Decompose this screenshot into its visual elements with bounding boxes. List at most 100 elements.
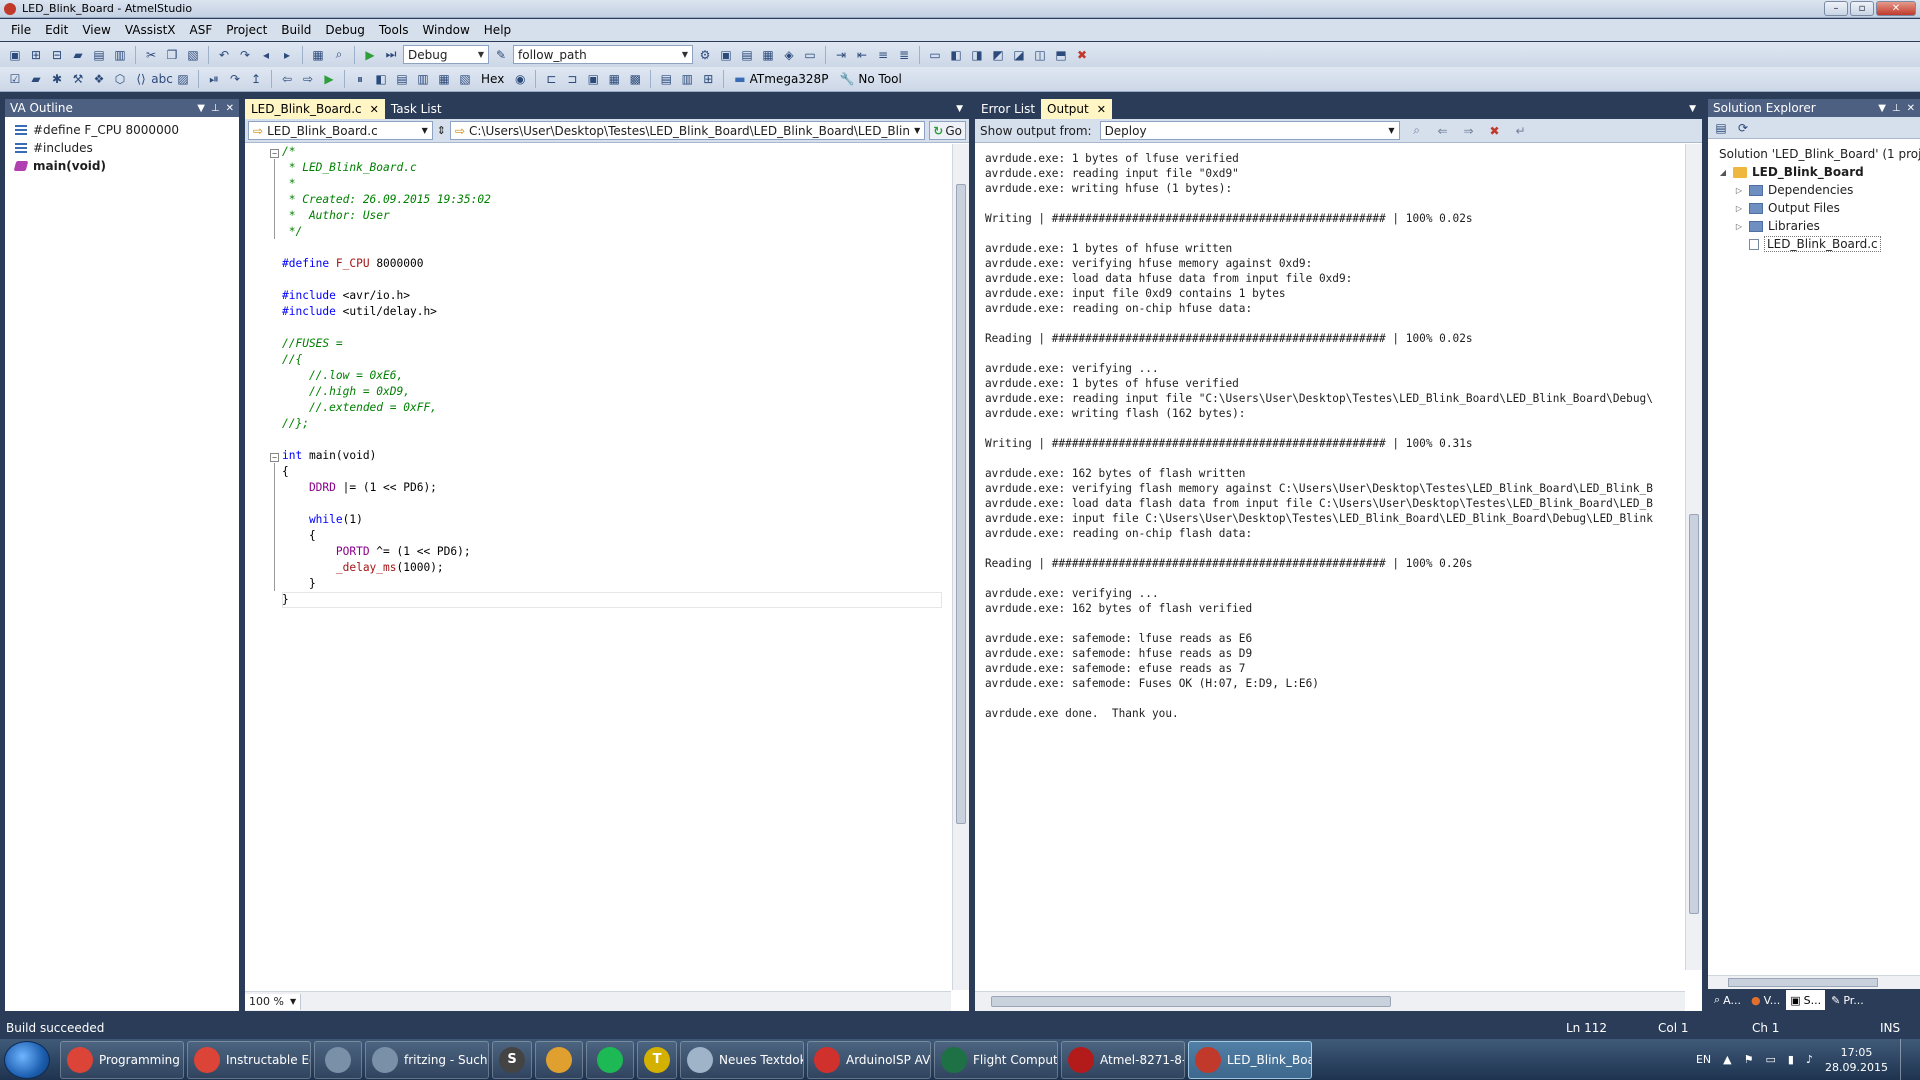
menu-help[interactable]: Help <box>477 23 518 37</box>
collapsed-icon[interactable]: ▷ <box>1734 204 1744 213</box>
tree-item-source-file[interactable]: LED_Blink_Board.c <box>1714 235 1920 253</box>
taskbar-item[interactable]: ArduinoISP AVR.f... <box>807 1040 931 1079</box>
dropdown-icon[interactable]: ▼ <box>1878 103 1886 114</box>
checkbox-list-icon[interactable]: ☑ <box>6 70 24 88</box>
tab-task-list[interactable]: Task List <box>385 99 448 119</box>
tree-item-solution[interactable]: Solution 'LED_Blink_Board' (1 proj <box>1714 145 1920 163</box>
scroll-thumb[interactable] <box>1689 514 1699 914</box>
fold-toggle-icon[interactable]: − <box>270 149 279 158</box>
registers-icon[interactable]: ▥ <box>414 70 432 88</box>
tab-led-blink-board-c[interactable]: LED_Blink_Board.c ✕ <box>245 99 385 119</box>
network-icon[interactable]: ▮ <box>1788 1053 1794 1066</box>
taskbar-item[interactable]: S <box>492 1040 532 1079</box>
output-source-select[interactable]: Deploy ▼ <box>1099 121 1400 140</box>
prev-bookmark-doc-icon[interactable]: ◫ <box>1031 46 1049 64</box>
break-all-icon[interactable]: ◧ <box>372 70 390 88</box>
next-message-icon[interactable]: ⇒ <box>1460 122 1478 140</box>
scroll-thumb[interactable] <box>1728 978 1878 987</box>
navigate-backward-icon[interactable]: ◂ <box>257 46 275 64</box>
undo-icon[interactable]: ↶ <box>215 46 233 64</box>
paste-icon[interactable]: ▧ <box>184 46 202 64</box>
save-all-icon[interactable]: ▥ <box>111 46 129 64</box>
redo-icon[interactable]: ↷ <box>236 46 254 64</box>
configuration-select[interactable]: Debug ▼ <box>403 45 489 64</box>
device-icon[interactable]: ▭ <box>1766 1053 1776 1066</box>
clock[interactable]: 17:05 28.09.2015 <box>1825 1045 1888 1075</box>
taskbar-item[interactable]: fritzing - Sucherg... <box>365 1040 489 1079</box>
forward-icon[interactable]: ⇨ <box>299 70 317 88</box>
device-selector[interactable]: ▬ ATmega328P <box>730 72 832 86</box>
find-icon[interactable]: ⌕ <box>330 46 348 64</box>
output-vertical-scrollbar[interactable] <box>1685 144 1702 970</box>
outline-item-includes[interactable]: #includes <box>15 139 239 157</box>
output-text[interactable]: avrdude.exe: 1 bytes of lfuse verified av… <box>985 151 1675 987</box>
step-into-icon[interactable]: ⏯ <box>205 70 223 88</box>
split-view-icon[interactable]: ⇕ <box>437 124 446 137</box>
prev-bookmark-icon[interactable]: ◧ <box>947 46 965 64</box>
tab-properties[interactable]: ✎ Pr... <box>1827 990 1868 1010</box>
extension-manager-icon[interactable]: ▭ <box>801 46 819 64</box>
menu-debug[interactable]: Debug <box>318 23 371 37</box>
solution-explorer-icon[interactable]: ▣ <box>717 46 735 64</box>
refresh-icon[interactable]: ⟳ <box>1734 119 1752 137</box>
chevron-down-icon[interactable]: ▼ <box>956 104 969 114</box>
pin-icon[interactable]: ⊥ <box>211 103 220 114</box>
hex-toggle[interactable]: Hex <box>477 72 508 86</box>
output-horizontal-scrollbar[interactable] <box>975 991 1685 1011</box>
outline-item-main[interactable]: main(void) <box>13 157 239 175</box>
outdent-icon[interactable]: ⇤ <box>853 46 871 64</box>
next-bookmark-doc-icon[interactable]: ⬒ <box>1052 46 1070 64</box>
solution-horizontal-scrollbar[interactable] <box>1708 975 1920 989</box>
next-bookmark-folder-icon[interactable]: ◪ <box>1010 46 1028 64</box>
taskbar-item[interactable]: Instructable Edito... <box>187 1040 311 1079</box>
language-indicator[interactable]: EN <box>1696 1053 1711 1066</box>
toolbox-icon[interactable]: ▦ <box>759 46 777 64</box>
add-item-icon[interactable]: ⊞ <box>27 46 45 64</box>
tree-item-libraries[interactable]: ▷ Libraries <box>1714 217 1920 235</box>
cut-icon[interactable]: ✂ <box>142 46 160 64</box>
disassembly-icon[interactable]: ▤ <box>393 70 411 88</box>
device-programming-icon[interactable]: ⚙ <box>696 46 714 64</box>
fold-toggle-icon[interactable]: − <box>270 453 279 462</box>
go-button[interactable]: ↻ Go <box>929 121 966 140</box>
code-area[interactable]: − /* * LED_Blink_Board.c * * Created: 26… <box>245 144 951 990</box>
spell-check-icon[interactable]: abc <box>151 70 173 88</box>
collapsed-icon[interactable]: ▷ <box>1734 222 1744 231</box>
tool-selector[interactable]: 🔧 No Tool <box>835 72 905 86</box>
build-icon[interactable]: ▦ <box>309 46 327 64</box>
prev-message-icon[interactable]: ⇐ <box>1434 122 1452 140</box>
find-combo[interactable]: follow_path ▼ <box>513 45 693 64</box>
zoom-combo[interactable]: 100 % ▼ <box>245 993 302 1010</box>
snippet-icon[interactable]: ▨ <box>174 70 192 88</box>
volume-icon[interactable]: ♪ <box>1806 1053 1813 1066</box>
split-icon[interactable]: ⊞ <box>699 70 717 88</box>
object-browser-icon[interactable]: ◈ <box>780 46 798 64</box>
tab-solution-explorer[interactable]: ▣ S... <box>1786 990 1826 1010</box>
navigate-forward-icon[interactable]: ▸ <box>278 46 296 64</box>
menu-window[interactable]: Window <box>415 23 476 37</box>
new-project-icon[interactable]: ▣ <box>6 46 24 64</box>
path-combo[interactable]: ⇨ C:\Users\User\Desktop\Testes\LED_Blink… <box>449 121 926 140</box>
tray-expand-icon[interactable]: ▲ <box>1723 1053 1731 1066</box>
copy-icon[interactable]: ❐ <box>163 46 181 64</box>
goto-icon[interactable]: ⬡ <box>111 70 129 88</box>
calendar-alt-icon[interactable]: ▥ <box>678 70 696 88</box>
grid-icon[interactable]: ▦ <box>605 70 623 88</box>
find-in-files-icon[interactable]: ✎ <box>492 46 510 64</box>
scroll-thumb[interactable] <box>956 184 966 824</box>
taskbar-item[interactable]: Flight Computer ... <box>934 1040 1058 1079</box>
pause-icon[interactable]: ⏸ <box>351 70 369 88</box>
flag-icon[interactable]: ⚑ <box>1744 1053 1754 1066</box>
word-wrap-icon[interactable]: ↵ <box>1512 122 1530 140</box>
close-icon[interactable]: ✕ <box>370 103 379 116</box>
start-debugging-icon[interactable]: ▶ <box>361 46 379 64</box>
tab-va-view[interactable]: ● V... <box>1747 990 1784 1010</box>
tree-item-project[interactable]: ◢ LED_Blink_Board <box>1714 163 1920 181</box>
start-without-debugging-icon[interactable]: ⏭ <box>382 46 400 64</box>
dropdown-icon[interactable]: ▼ <box>197 103 205 114</box>
outline-item-define[interactable]: #define F_CPU 8000000 <box>15 121 239 139</box>
minimize-button[interactable]: – <box>1824 1 1848 16</box>
taskbar-item[interactable] <box>535 1040 583 1079</box>
editor-vertical-scrollbar[interactable] <box>952 144 969 990</box>
chevron-down-icon[interactable]: ▼ <box>1689 104 1702 114</box>
